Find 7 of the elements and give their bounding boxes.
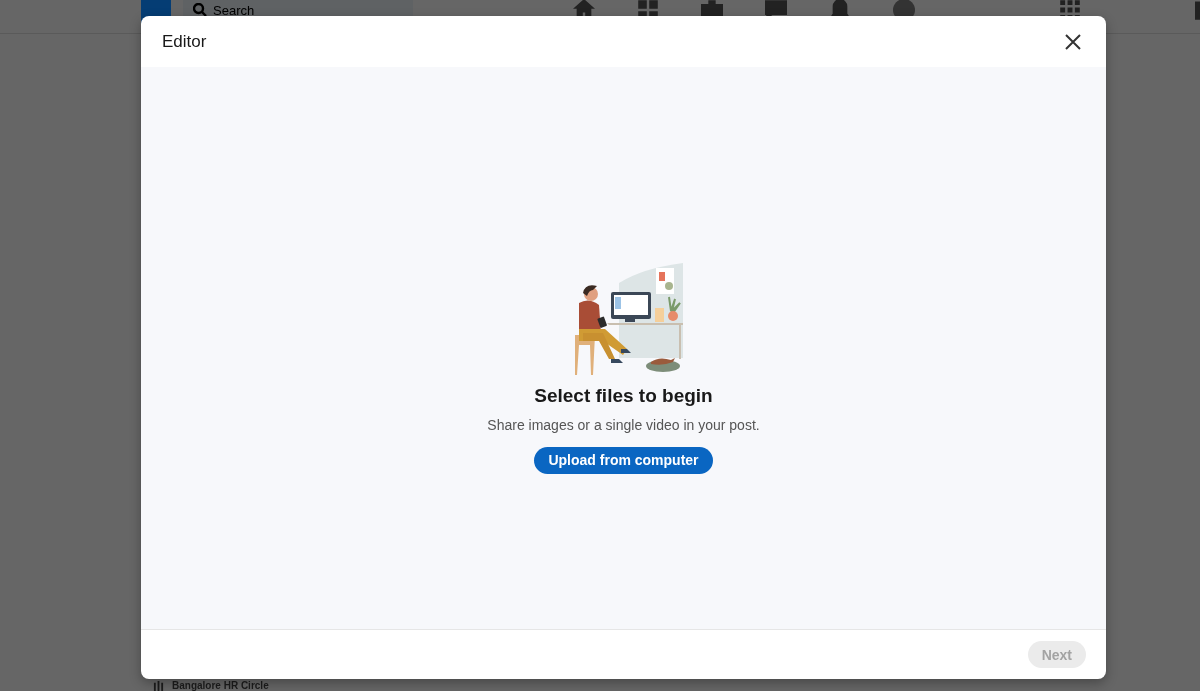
group-item[interactable]: Bangalore HR Circle (172, 679, 269, 691)
description: Share images or a single video in your post. (487, 416, 760, 433)
search-icon (193, 3, 207, 17)
upload-button[interactable]: Upload from computer (534, 446, 713, 474)
heading: Select files to begin (534, 384, 713, 407)
dialog-title: Editor (162, 31, 207, 52)
group-icon (153, 679, 164, 691)
